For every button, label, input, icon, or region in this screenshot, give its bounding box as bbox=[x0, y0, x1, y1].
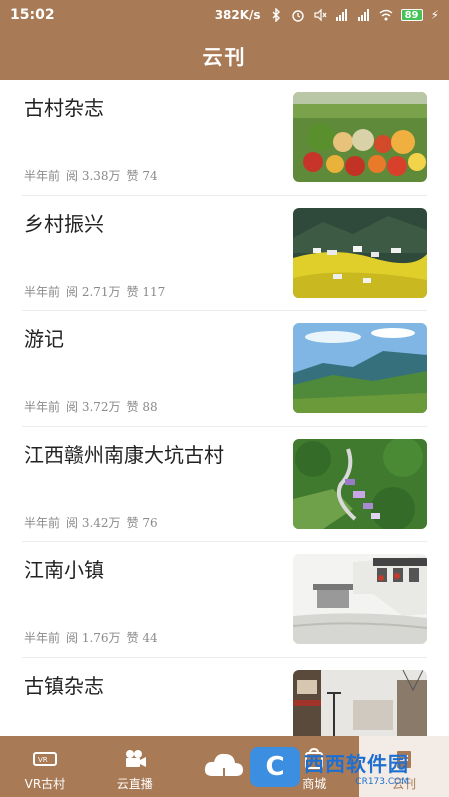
article-meta: 半年前 阅 3.38万 赞 74 bbox=[24, 167, 158, 184]
charging-icon: ⚡ bbox=[430, 8, 439, 22]
article-title: 乡村振兴 bbox=[24, 211, 104, 236]
status-time: 15:02 bbox=[10, 7, 55, 23]
article-title: 古镇杂志 bbox=[24, 673, 104, 698]
tab-vr-village[interactable]: VR VR古村 bbox=[0, 736, 90, 797]
article-likes: 赞 44 bbox=[126, 631, 158, 645]
article-likes: 赞 117 bbox=[126, 284, 166, 299]
list-item[interactable]: 江南小镇 半年前 阅 1.76万 赞 44 bbox=[22, 542, 427, 658]
tab-live[interactable]: 云直播 bbox=[90, 736, 180, 797]
article-list[interactable]: 古村杂志 半年前 阅 3.38万 赞 74 乡村振兴 半年前 阅 2.71万 赞… bbox=[0, 80, 449, 736]
tab-label: VR古村 bbox=[24, 777, 66, 791]
svg-text:VR: VR bbox=[38, 756, 48, 764]
alarm-icon bbox=[291, 10, 304, 22]
article-title: 江西赣州南康大坑古村 bbox=[24, 442, 224, 467]
article-meta: 半年前 阅 3.72万 赞 88 bbox=[24, 398, 158, 415]
article-thumbnail[interactable] bbox=[293, 438, 427, 529]
article-age: 半年前 bbox=[24, 515, 61, 530]
signal-icon bbox=[335, 9, 347, 21]
list-item[interactable]: 游记 半年前 阅 3.72万 赞 88 bbox=[22, 311, 427, 427]
wifi-icon bbox=[379, 9, 393, 21]
article-thumbnail[interactable] bbox=[293, 323, 427, 413]
watermark-logo: C 西西软件园 CR173.COM bbox=[250, 742, 430, 792]
article-reads: 阅 3.38万 bbox=[66, 169, 121, 183]
article-meta: 半年前 阅 3.42万 赞 76 bbox=[24, 514, 158, 531]
list-item[interactable]: 古村杂志 半年前 阅 3.38万 赞 74 bbox=[22, 80, 427, 196]
article-reads: 阅 1.76万 bbox=[66, 631, 121, 645]
watermark-name: 西西软件园 bbox=[304, 751, 409, 776]
tab-label: 云直播 bbox=[116, 777, 153, 791]
list-item[interactable]: 乡村振兴 半年前 阅 2.71万 赞 117 bbox=[22, 196, 427, 311]
article-likes: 赞 76 bbox=[126, 515, 158, 530]
list-item[interactable]: 古镇杂志 bbox=[22, 658, 427, 736]
article-reads: 阅 3.42万 bbox=[66, 515, 121, 530]
page-title: 云刊 bbox=[202, 44, 247, 69]
page-title-bar: 云刊 bbox=[0, 30, 449, 80]
list-item[interactable]: 江西赣州南康大坑古村 半年前 阅 3.42万 赞 76 bbox=[22, 427, 427, 542]
article-meta: 半年前 阅 2.71万 赞 117 bbox=[24, 283, 165, 300]
watermark-icon: C bbox=[250, 747, 300, 787]
article-thumbnail[interactable] bbox=[293, 92, 427, 182]
article-thumbnail[interactable] bbox=[293, 669, 427, 736]
article-thumbnail[interactable] bbox=[293, 207, 427, 298]
article-likes: 赞 88 bbox=[126, 400, 158, 414]
article-age: 半年前 bbox=[24, 169, 61, 183]
article-age: 半年前 bbox=[24, 400, 61, 414]
battery-level: 89 bbox=[400, 9, 423, 21]
bluetooth-icon bbox=[272, 8, 280, 22]
article-reads: 阅 3.72万 bbox=[66, 400, 121, 414]
network-speed: 382K/s bbox=[214, 8, 261, 22]
vr-glasses-icon: VR bbox=[32, 752, 57, 766]
signal-icon-2 bbox=[357, 9, 369, 21]
article-likes: 赞 74 bbox=[126, 169, 158, 183]
article-title: 古村杂志 bbox=[24, 96, 104, 120]
video-camera-icon bbox=[125, 750, 146, 767]
cloud-home-icon bbox=[205, 753, 244, 776]
article-age: 半年前 bbox=[24, 284, 61, 299]
watermark-domain: CR173.COM bbox=[355, 776, 409, 787]
status-bar: 15:02 382K/s 89 ⚡ bbox=[0, 0, 449, 30]
article-age: 半年前 bbox=[24, 631, 61, 645]
article-meta: 半年前 阅 1.76万 赞 44 bbox=[24, 629, 158, 646]
article-reads: 阅 2.71万 bbox=[66, 284, 121, 299]
article-title: 江南小镇 bbox=[24, 558, 104, 582]
article-title: 游记 bbox=[24, 327, 64, 351]
article-thumbnail[interactable] bbox=[293, 554, 427, 644]
mute-icon bbox=[313, 8, 327, 22]
